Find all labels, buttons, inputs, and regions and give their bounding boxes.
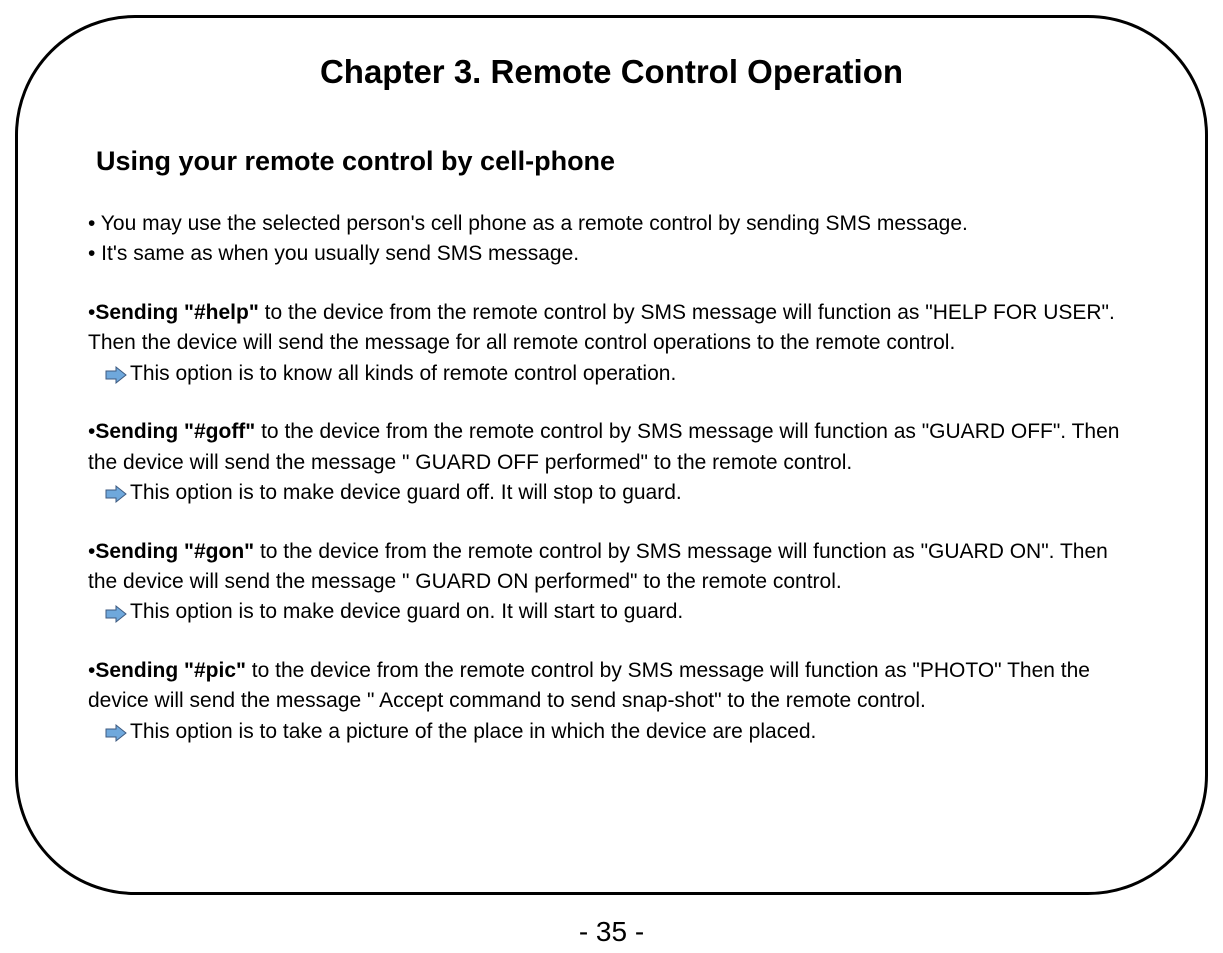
- command-goff-note-text: This option is to make device guard off.…: [130, 478, 682, 508]
- command-pic-note-text: This option is to take a picture of the …: [130, 717, 816, 747]
- arrow-right-icon: [104, 603, 128, 623]
- command-pic-text: •Sending "#pic" to the device from the r…: [88, 656, 1135, 717]
- command-help-note-text: This option is to know all kinds of remo…: [130, 359, 676, 389]
- intro-line-1: • You may use the selected person's cell…: [88, 209, 1135, 239]
- command-gon-text: •Sending "#gon" to the device from the r…: [88, 537, 1135, 598]
- command-help-label: Sending "#help": [95, 301, 258, 324]
- command-gon: •Sending "#gon" to the device from the r…: [88, 537, 1135, 628]
- command-help-text: •Sending "#help" to the device from the …: [88, 298, 1135, 359]
- command-gon-note-text: This option is to make device guard on. …: [130, 597, 683, 627]
- command-pic: •Sending "#pic" to the device from the r…: [88, 656, 1135, 747]
- command-pic-label: Sending "#pic": [95, 659, 246, 682]
- command-help: •Sending "#help" to the device from the …: [88, 298, 1135, 389]
- arrow-right-icon: [104, 483, 128, 503]
- command-gon-label: Sending "#gon": [95, 540, 254, 563]
- command-help-note: This option is to know all kinds of remo…: [104, 359, 1135, 389]
- command-goff: •Sending "#goff" to the device from the …: [88, 417, 1135, 508]
- chapter-title: Chapter 3. Remote Control Operation: [88, 53, 1135, 91]
- command-goff-label: Sending "#goff": [95, 420, 255, 443]
- intro-line-2: • It's same as when you usually send SMS…: [88, 239, 1135, 269]
- content-area: • You may use the selected person's cell…: [88, 209, 1135, 747]
- page-frame: Chapter 3. Remote Control Operation Usin…: [15, 15, 1208, 895]
- command-gon-note: This option is to make device guard on. …: [104, 597, 1135, 627]
- intro-block: • You may use the selected person's cell…: [88, 209, 1135, 270]
- command-goff-note: This option is to make device guard off.…: [104, 478, 1135, 508]
- page-number: - 35 -: [0, 916, 1223, 948]
- arrow-right-icon: [104, 722, 128, 742]
- section-title: Using your remote control by cell-phone: [96, 146, 1135, 177]
- arrow-right-icon: [104, 364, 128, 384]
- command-pic-note: This option is to take a picture of the …: [104, 717, 1135, 747]
- command-goff-text: •Sending "#goff" to the device from the …: [88, 417, 1135, 478]
